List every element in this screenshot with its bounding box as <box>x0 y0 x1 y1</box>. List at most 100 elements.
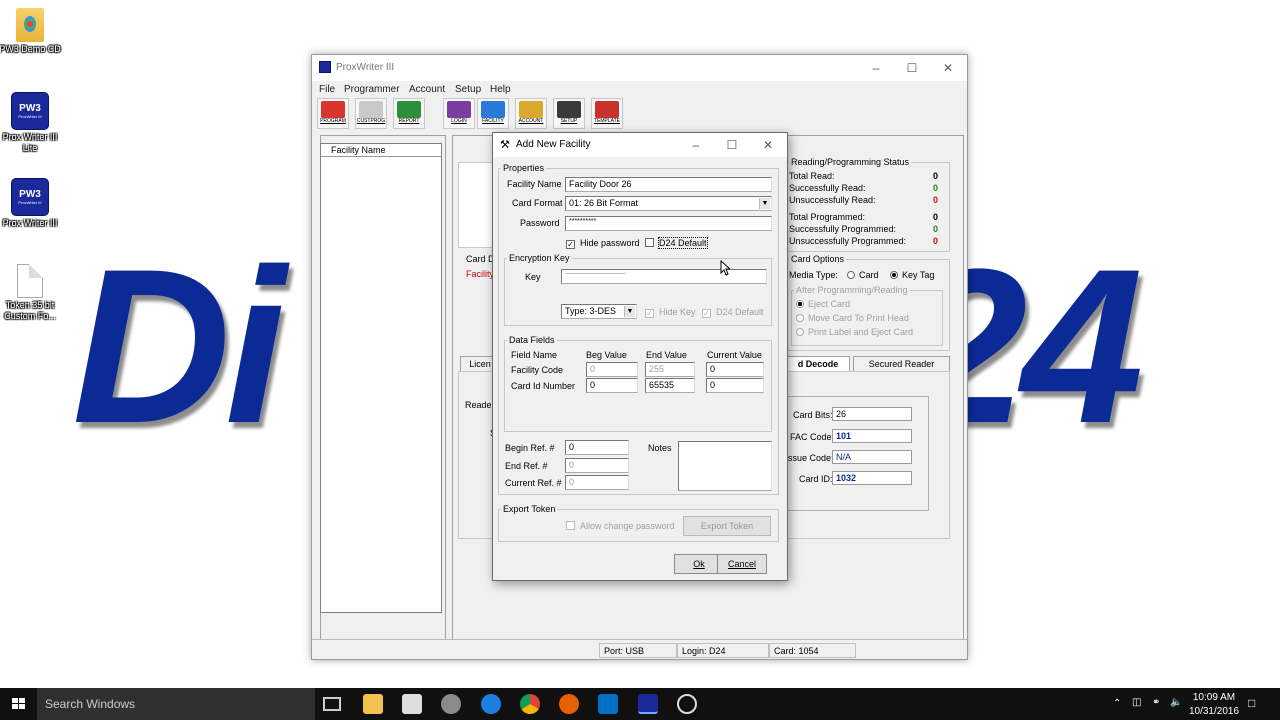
card-id-field[interactable]: 1032 <box>832 471 912 485</box>
dialog-title-bar[interactable]: ⚒ Add New Facility – ☐ ✕ <box>493 133 787 157</box>
toolbar-login-button[interactable]: LOGIN <box>443 98 475 129</box>
tab-secured-reader[interactable]: Secured Reader <box>853 356 950 371</box>
toolbar-template-button[interactable]: TEMPLATE <box>591 98 623 129</box>
cancel-button[interactable]: Cancel <box>717 554 767 574</box>
status-login: Login: D24 <box>677 643 769 658</box>
type-select[interactable]: Type: 3-DES ▼ <box>561 304 637 319</box>
checkbox-checked-icon: ✓ <box>566 240 575 249</box>
password-input[interactable]: ********** <box>565 216 772 231</box>
menu-file[interactable]: File <box>319 84 335 95</box>
maximize-button[interactable]: ☐ <box>897 59 927 77</box>
current-ref-input[interactable]: 0 <box>565 475 629 490</box>
desktop-icon-pw3-demo-cd[interactable]: PW3 Demo CD <box>0 8 62 55</box>
tray-network-icon[interactable]: ◫ <box>1132 697 1141 708</box>
hide-key-checkbox[interactable]: ✓ Hide Key <box>645 307 696 318</box>
dialog-close-button[interactable]: ✕ <box>753 136 783 154</box>
begin-ref-input[interactable]: 0 <box>565 440 629 455</box>
dialog-maximize-button[interactable]: ☐ <box>717 136 747 154</box>
tray-wifi-icon[interactable]: ⚭ <box>1152 697 1160 708</box>
card-options-title: Card Options <box>789 254 847 264</box>
store-icon[interactable] <box>402 694 422 714</box>
obs-icon[interactable] <box>677 694 697 714</box>
file-explorer-icon[interactable] <box>363 694 383 714</box>
title-bar[interactable]: ProxWriter III – ☐ ✕ <box>312 55 967 81</box>
menu-bar: File Programmer Account Setup Help <box>312 81 967 97</box>
facility-list-header[interactable]: Facility Name <box>321 144 441 157</box>
minimize-button[interactable]: – <box>861 59 891 77</box>
issue-code-field[interactable]: N/A <box>832 450 912 464</box>
checkbox-icon <box>645 238 654 247</box>
card-bits-field[interactable]: 26 <box>832 407 912 421</box>
toolbar-custprog-button[interactable]: CUSTPROG <box>355 98 387 129</box>
radio-selected-icon <box>796 300 804 308</box>
taskbar: Search Windows ⌃ ◫ ⚭ 🔈 10:09 AM 10/31/20… <box>0 688 1280 720</box>
hide-password-checkbox[interactable]: ✓ Hide password <box>566 238 640 249</box>
facility-list[interactable]: Facility Name <box>320 143 442 613</box>
edge-icon[interactable] <box>481 694 501 714</box>
firefox-icon[interactable] <box>559 694 579 714</box>
tray-volume-icon[interactable]: 🔈 <box>1170 697 1182 708</box>
end-ref-input[interactable]: 0 <box>565 458 629 473</box>
desktop-icon-prox-writer-lite[interactable]: PW3 ProxWriter III Prox Writer III Lite <box>0 92 62 154</box>
eject-card-radio[interactable]: Eject Card <box>796 299 850 309</box>
after-programming-group: After Programming/Reading Eject Card Mov… <box>791 285 943 346</box>
facility-code-beg-input[interactable]: 0 <box>586 362 638 377</box>
facility-code-current-input[interactable]: 0 <box>706 362 764 377</box>
desktop-icon-prox-writer[interactable]: PW3 ProxWriter III Prox Writer III <box>0 178 62 229</box>
d24-default-checkbox[interactable]: D24 Default <box>645 237 708 249</box>
taskbar-search-box[interactable]: Search Windows <box>37 688 315 720</box>
media-card-radio[interactable]: Card <box>847 270 879 280</box>
card-format-select[interactable]: 01: 26 Bit Format ▼ <box>565 196 772 211</box>
allow-change-password-checkbox[interactable]: Allow change password <box>566 521 675 531</box>
notification-icon[interactable]: □ <box>1248 696 1255 710</box>
card-id-current-input[interactable]: 0 <box>706 378 764 393</box>
radio-icon <box>796 314 804 322</box>
desktop-icon-token-file[interactable]: Token 35 bit Custom Fo... <box>0 264 62 322</box>
menu-account[interactable]: Account <box>409 84 445 95</box>
toolbar-account-button[interactable]: ACCOUNT <box>515 98 547 129</box>
facility-name-input[interactable]: Facility Door 26 <box>565 177 772 192</box>
notes-textarea[interactable] <box>678 441 772 491</box>
d24-default-key-checkbox[interactable]: ✓ D24 Default <box>702 307 764 318</box>
chrome-icon[interactable] <box>520 694 540 714</box>
tray-time[interactable]: 10:09 AM <box>1192 692 1236 703</box>
export-token-button[interactable]: Export Token <box>683 516 771 536</box>
menu-programmer[interactable]: Programmer <box>344 84 400 95</box>
move-card-radio[interactable]: Move Card To Print Head <box>796 313 909 323</box>
facility-icon <box>481 101 505 118</box>
toolbar-report-button[interactable]: REPORT <box>393 98 425 129</box>
tab-card-decode[interactable]: d Decode <box>786 356 850 371</box>
chevron-down-icon[interactable]: ▼ <box>759 198 770 209</box>
start-button[interactable] <box>0 688 37 720</box>
tray-chevron-icon[interactable]: ⌃ <box>1113 698 1121 709</box>
toolbar-setup-button[interactable]: SETUP <box>553 98 585 129</box>
menu-setup[interactable]: Setup <box>455 84 481 95</box>
card-id-end-input[interactable]: 65535 <box>645 378 695 393</box>
checkbox-icon <box>566 521 575 530</box>
toolbar-facility-button[interactable]: FACILITY <box>477 98 509 129</box>
task-view-icon[interactable] <box>323 697 341 711</box>
windows-logo-icon <box>12 698 25 709</box>
setup-icon <box>557 101 581 118</box>
proxwriter-taskbar-icon[interactable] <box>638 694 658 714</box>
card-id-beg-input[interactable]: 0 <box>586 378 638 393</box>
card-format-label: Card Format <box>512 198 563 208</box>
tray-date[interactable]: 10/31/2016 <box>1186 706 1242 717</box>
dialog-minimize-button[interactable]: – <box>681 136 711 154</box>
menu-help[interactable]: Help <box>490 84 511 95</box>
card-id-number-label: Card Id Number <box>511 381 576 391</box>
media-keytag-radio[interactable]: Key Tag <box>890 270 934 280</box>
print-label-radio[interactable]: Print Label and Eject Card <box>796 327 913 337</box>
outlook-icon[interactable] <box>598 694 618 714</box>
checkbox-checked-icon: ✓ <box>645 309 654 318</box>
desktop-icon-label: Prox Writer III <box>2 218 58 228</box>
close-button[interactable]: ✕ <box>933 59 963 77</box>
fac-code-field[interactable]: 101 <box>832 429 912 443</box>
toolbar-program-button[interactable]: PROGRAM <box>317 98 349 129</box>
status-bar: Port: USB Login: D24 Card: 1054 <box>312 639 967 659</box>
status-card: Card: 1054 <box>769 643 856 658</box>
chevron-down-icon[interactable]: ▼ <box>624 306 635 317</box>
key-input[interactable]: ----------------------------------------… <box>561 269 767 284</box>
settings-app-icon[interactable] <box>441 694 461 714</box>
facility-code-end-input[interactable]: 255 <box>645 362 695 377</box>
